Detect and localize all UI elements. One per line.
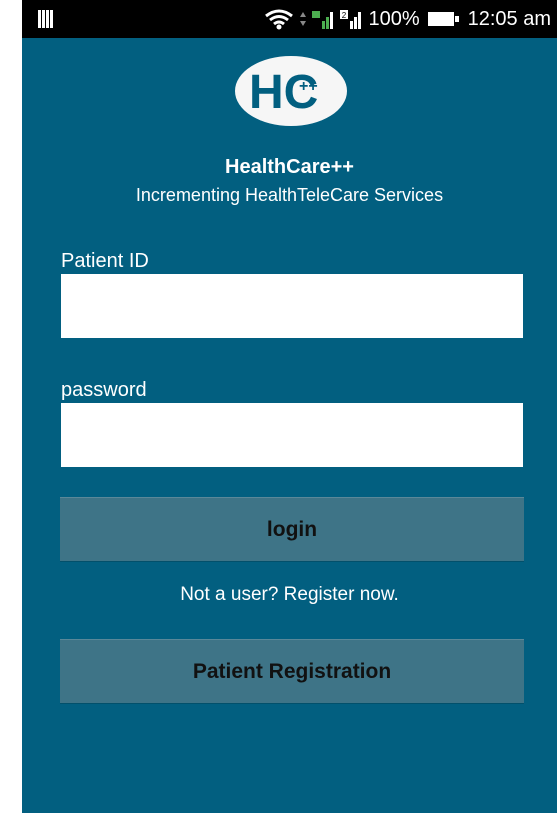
- battery-percent: 100%: [368, 7, 420, 30]
- register-prompt-link[interactable]: Not a user? Register now.: [22, 584, 557, 606]
- svg-text:++: ++: [299, 78, 318, 95]
- app-subtitle: Incrementing HealthTeleCare Services: [135, 185, 444, 205]
- password-input[interactable]: [61, 403, 523, 467]
- patient-id-input[interactable]: [61, 274, 523, 338]
- status-icons: 2 100% 12:05 am: [264, 5, 551, 33]
- app-logo: HC ++: [235, 56, 347, 126]
- status-bar: 2 100% 12:05 am: [22, 0, 557, 38]
- password-label: password: [61, 379, 147, 401]
- patient-registration-button[interactable]: Patient Registration: [60, 639, 524, 703]
- patient-id-label: Patient ID: [61, 250, 149, 272]
- signal-2-icon: 2: [340, 10, 362, 29]
- login-button[interactable]: login: [60, 497, 524, 561]
- battery-icon: [427, 12, 459, 26]
- svg-text:2: 2: [342, 11, 347, 20]
- clock: 12:05 am: [467, 7, 551, 30]
- signal-1-icon: [312, 11, 334, 29]
- wifi-icon: [265, 9, 294, 30]
- app-screen: 2 100% 12:05 am HC ++ HealthCare++ Incre…: [22, 0, 557, 813]
- app-title: HealthCare++: [225, 156, 354, 178]
- notification-icon: [38, 10, 58, 28]
- data-arrows-icon: [300, 12, 307, 26]
